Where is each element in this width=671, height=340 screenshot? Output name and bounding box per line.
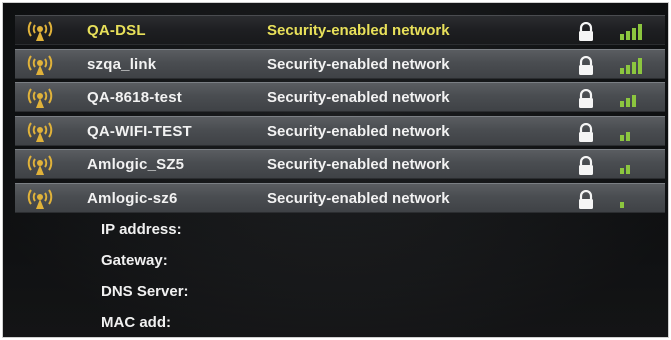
- network-ssid: QA-8618-test: [87, 89, 182, 106]
- network-security: Security-enabled network: [267, 156, 450, 173]
- network-row-amlogic-sz6[interactable]: Amlogic-sz6 Security-enabled network: [15, 182, 665, 213]
- wifi-icon: [27, 121, 53, 142]
- network-ssid: QA-WIFI-TEST: [87, 122, 192, 140]
- lock-icon: [579, 189, 593, 209]
- network-security: Security-enabled network: [267, 89, 450, 106]
- signal-strength-icon: [620, 131, 630, 141]
- network-details: IP address: Gateway: DNS Server: MAC add…: [101, 221, 189, 337]
- lock-icon: [579, 22, 593, 41]
- network-row-qa-wifi-test[interactable]: QA-WIFI-TEST Security-enabled network: [15, 115, 665, 146]
- ip-address-label: IP address:: [101, 221, 182, 238]
- wifi-icon: [27, 21, 53, 41]
- lock-icon: [579, 122, 593, 142]
- tv-screen: QA-DSL Security-enabled network szqa_lin…: [2, 2, 669, 338]
- signal-strength-icon: [620, 201, 624, 208]
- network-security: Security-enabled network: [267, 55, 450, 73]
- mac-address-label: MAC add:: [101, 314, 171, 331]
- network-row-qa-dsl[interactable]: QA-DSL Security-enabled network: [15, 15, 665, 45]
- gateway-label: Gateway:: [101, 252, 168, 269]
- network-ssid: Amlogic-sz6: [87, 189, 178, 207]
- network-security: Security-enabled network: [267, 189, 450, 207]
- wifi-icon: [27, 188, 53, 209]
- network-list: QA-DSL Security-enabled network szqa_lin…: [15, 15, 665, 216]
- lock-icon: [579, 89, 593, 108]
- signal-strength-icon: [620, 24, 642, 40]
- lock-icon: [579, 156, 593, 175]
- network-security: Security-enabled network: [267, 22, 450, 39]
- dns-server-label: DNS Server:: [101, 283, 189, 300]
- network-ssid: QA-DSL: [87, 22, 146, 39]
- signal-strength-icon: [620, 165, 630, 174]
- network-security: Security-enabled network: [267, 122, 450, 140]
- network-ssid: Amlogic_SZ5: [87, 156, 185, 173]
- wifi-icon: [27, 54, 53, 75]
- network-ssid: szqa_link: [87, 55, 157, 73]
- wifi-icon: [27, 88, 53, 108]
- lock-icon: [579, 55, 593, 75]
- network-row-amlogic-sz5[interactable]: Amlogic_SZ5 Security-enabled network: [15, 149, 665, 179]
- signal-strength-icon: [620, 95, 636, 107]
- wifi-icon: [27, 155, 53, 175]
- network-row-qa-8618-test[interactable]: QA-8618-test Security-enabled network: [15, 82, 665, 112]
- signal-strength-icon: [620, 57, 642, 74]
- network-row-szqa-link[interactable]: szqa_link Security-enabled network: [15, 48, 665, 79]
